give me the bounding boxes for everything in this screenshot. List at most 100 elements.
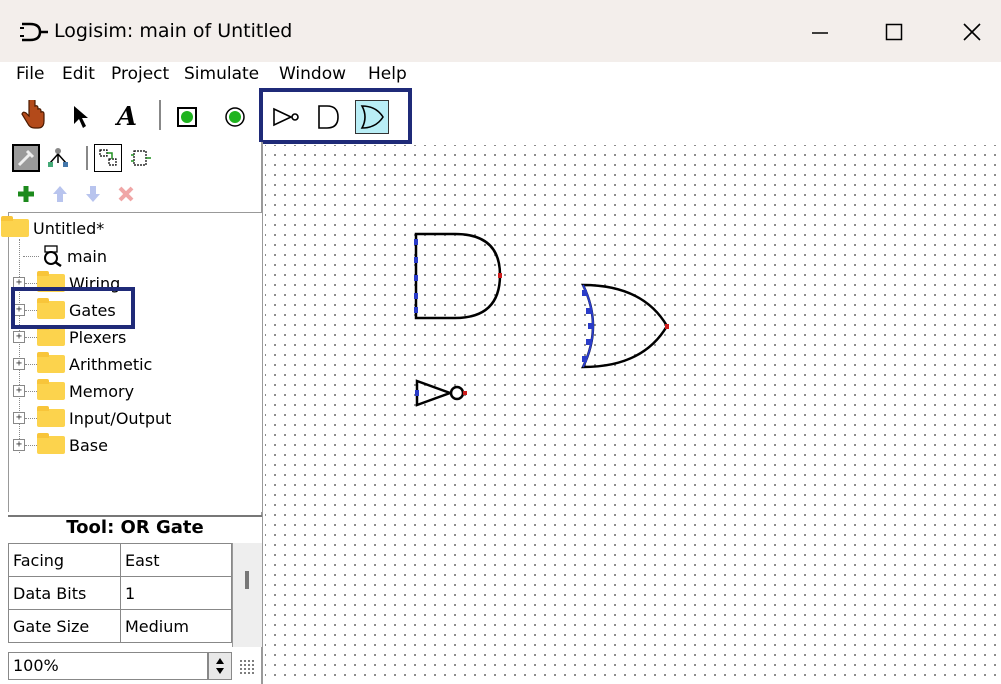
move-down-icon (86, 186, 100, 202)
and-input-port[interactable] (414, 293, 418, 299)
maximize-icon (885, 23, 903, 41)
and-input-port[interactable] (414, 239, 418, 245)
scrollbar-thumb[interactable] (245, 571, 249, 589)
tree-root[interactable]: Untitled* (1, 216, 104, 239)
tree-item-arithmetic[interactable]: + Arithmetic (13, 352, 153, 375)
and-input-port[interactable] (414, 307, 418, 313)
expand-icon[interactable]: + (13, 331, 25, 343)
layout-view-icon (99, 149, 117, 166)
zoom-spinner[interactable] (208, 652, 232, 680)
view-separator (86, 146, 88, 170)
maximize-button[interactable] (872, 12, 916, 52)
or-output-port[interactable] (665, 324, 669, 329)
tree-item-base[interactable]: + Base (13, 433, 108, 456)
menu-edit[interactable]: Edit (62, 64, 95, 84)
menu-file[interactable]: File (16, 64, 44, 84)
input-pin-button[interactable] (172, 102, 202, 132)
window-title: Logisim: main of Untitled (54, 20, 293, 42)
attribute-row: Gate Size Medium (8, 609, 232, 643)
folder-icon (1, 216, 29, 237)
title-bar: Logisim: main of Untitled (0, 0, 1001, 62)
zoom-field[interactable]: 100% (8, 652, 208, 680)
or-input-port[interactable] (582, 356, 587, 362)
main-toolbar: A (0, 88, 262, 142)
close-button[interactable] (950, 12, 994, 52)
tree-item-input-output[interactable]: + Input/Output (13, 406, 171, 429)
tree-item-plexers[interactable]: + Plexers (13, 325, 127, 348)
tree-branch (25, 444, 37, 446)
delete-icon (118, 186, 134, 202)
tree-item-memory[interactable]: + Memory (13, 379, 134, 402)
expand-icon[interactable]: + (13, 385, 25, 397)
circuit-canvas[interactable] (265, 145, 1001, 684)
poke-tool-button[interactable] (18, 100, 48, 130)
text-tool-icon: A (116, 102, 138, 132)
gate-tools-highlight (259, 88, 412, 144)
attribute-scrollbar[interactable] (232, 543, 262, 647)
tree-branch (25, 390, 37, 392)
tree-item-main-label: main (67, 246, 107, 266)
tree-branch (25, 336, 37, 338)
and-gate-component[interactable] (414, 232, 502, 320)
menu-simulate[interactable]: Simulate (184, 64, 259, 84)
text-tool-button[interactable]: A (112, 102, 142, 132)
appearance-view-icon (131, 150, 151, 166)
logisim-app-icon (20, 22, 48, 42)
minimize-button[interactable] (798, 12, 842, 52)
and-gate-tool-button[interactable] (311, 100, 345, 134)
not-input-port[interactable] (415, 390, 419, 396)
simulation-tree-button[interactable] (46, 147, 68, 169)
output-pin-icon (225, 107, 245, 127)
tree-branch (23, 255, 39, 257)
expand-icon[interactable]: + (13, 358, 25, 370)
tree-branch (25, 363, 37, 365)
move-up-icon (53, 186, 67, 202)
tree-item-main[interactable]: main (23, 245, 107, 267)
project-tree: Untitled* main + Wiring + Gates + Plexer… (1, 212, 262, 512)
appearance-view-button[interactable] (130, 147, 152, 169)
or-input-port[interactable] (582, 290, 587, 296)
attribute-value-gate-size[interactable]: Medium (120, 609, 232, 643)
and-output-port[interactable] (498, 273, 502, 278)
and-input-port[interactable] (414, 275, 418, 281)
toolbox-view-button[interactable] (12, 144, 40, 172)
menu-window[interactable]: Window (279, 64, 346, 84)
attribute-value-data-bits[interactable]: 1 (120, 576, 232, 610)
folder-icon (37, 352, 65, 373)
minimize-icon (812, 32, 828, 34)
select-tool-button[interactable] (66, 102, 96, 132)
output-pin-button[interactable] (220, 102, 250, 132)
tree-branch (25, 417, 37, 419)
not-gate-tool-button[interactable] (269, 100, 303, 134)
canvas-drawing (414, 232, 669, 407)
attribute-table: Facing East Data Bits 1 Gate Size Medium (8, 543, 232, 643)
tree-item-plexers-label: Plexers (69, 327, 127, 347)
delete-button[interactable] (115, 183, 137, 205)
not-output-port[interactable] (463, 391, 467, 395)
move-up-button[interactable] (49, 183, 71, 205)
expand-icon[interactable]: + (13, 439, 25, 451)
menu-bar: File Edit Project Simulate Window Help (0, 62, 1001, 88)
and-input-port[interactable] (414, 257, 418, 263)
not-gate-component[interactable] (415, 379, 467, 407)
move-down-button[interactable] (82, 183, 104, 205)
expand-icon[interactable]: + (13, 412, 25, 424)
add-circuit-button[interactable] (15, 183, 37, 205)
or-input-port[interactable] (588, 323, 593, 329)
close-icon (963, 23, 981, 41)
or-input-port[interactable] (586, 339, 591, 345)
folder-icon (37, 325, 65, 346)
or-gate-tool-button[interactable] (355, 100, 389, 134)
menu-project[interactable]: Project (111, 64, 169, 84)
grid-toggle-button[interactable] (236, 656, 258, 678)
or-gate-component[interactable] (580, 283, 669, 369)
tree-branch (25, 282, 37, 284)
attribute-key: Facing (8, 543, 121, 577)
attribute-value-facing[interactable]: East (120, 543, 232, 577)
layout-view-button[interactable] (94, 144, 122, 172)
menu-help[interactable]: Help (368, 64, 407, 84)
spinner-arrows-icon (216, 658, 224, 674)
tree-item-arithmetic-label: Arithmetic (69, 354, 153, 374)
simulation-tree-icon (48, 148, 68, 167)
or-input-port[interactable] (586, 308, 591, 314)
